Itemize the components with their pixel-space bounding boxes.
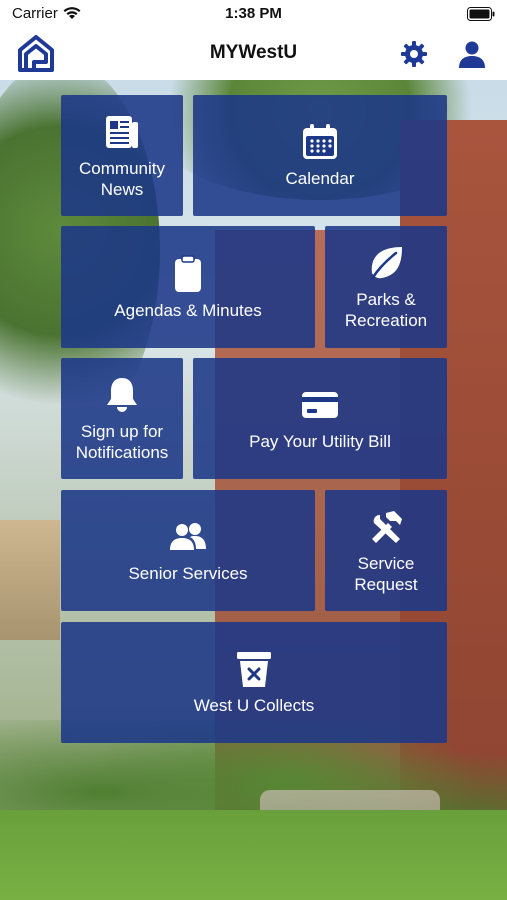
user-profile-icon[interactable]: [456, 38, 488, 70]
tile-label: Community News: [79, 158, 165, 199]
status-time: 1:38 PM: [225, 5, 282, 22]
tile-agendas-minutes[interactable]: Agendas & Minutes: [61, 226, 315, 348]
app-title: MYWestU: [209, 42, 298, 63]
tile-label: Senior Services: [128, 564, 248, 583]
trash-bin-icon: [237, 652, 271, 687]
bell-icon: [107, 377, 137, 412]
tile-notifications[interactable]: Sign up for Notifications: [61, 358, 183, 479]
tile-label: Sign up for Notifications: [75, 421, 169, 462]
tile-label: Parks & Recreation: [344, 290, 428, 330]
tile-community-news[interactable]: Community News: [61, 95, 183, 216]
tile-label: Service Request: [354, 553, 418, 594]
gear-icon[interactable]: [399, 39, 429, 69]
status-bar: Carrier 1:38 PM: [0, 0, 507, 28]
calendar-icon: [303, 124, 337, 159]
tile-label: Pay Your Utility Bill: [249, 432, 391, 451]
tile-calendar[interactable]: Calendar: [193, 95, 447, 216]
tile-senior-services[interactable]: Senior Services: [61, 490, 315, 611]
tile-service-request[interactable]: Service Request: [325, 490, 447, 611]
tile-west-u-collects[interactable]: West U Collects: [61, 622, 447, 743]
leaf-icon: [370, 247, 402, 281]
credit-card-icon: [302, 392, 338, 418]
newspaper-icon: [106, 115, 138, 148]
users-icon: [170, 523, 206, 550]
tile-parks-recreation[interactable]: Parks & Recreation: [325, 226, 447, 348]
tile-label: Calendar: [285, 169, 355, 188]
tile-label: Agendas & Minutes: [114, 300, 262, 320]
tools-icon: [372, 510, 402, 543]
battery-icon: [467, 7, 495, 21]
clipboard-icon: [175, 254, 201, 292]
nav-bar: MYWestU: [0, 28, 507, 80]
tile-label: West U Collects: [193, 696, 315, 715]
tile-pay-utility-bill[interactable]: Pay Your Utility Bill: [193, 358, 447, 479]
